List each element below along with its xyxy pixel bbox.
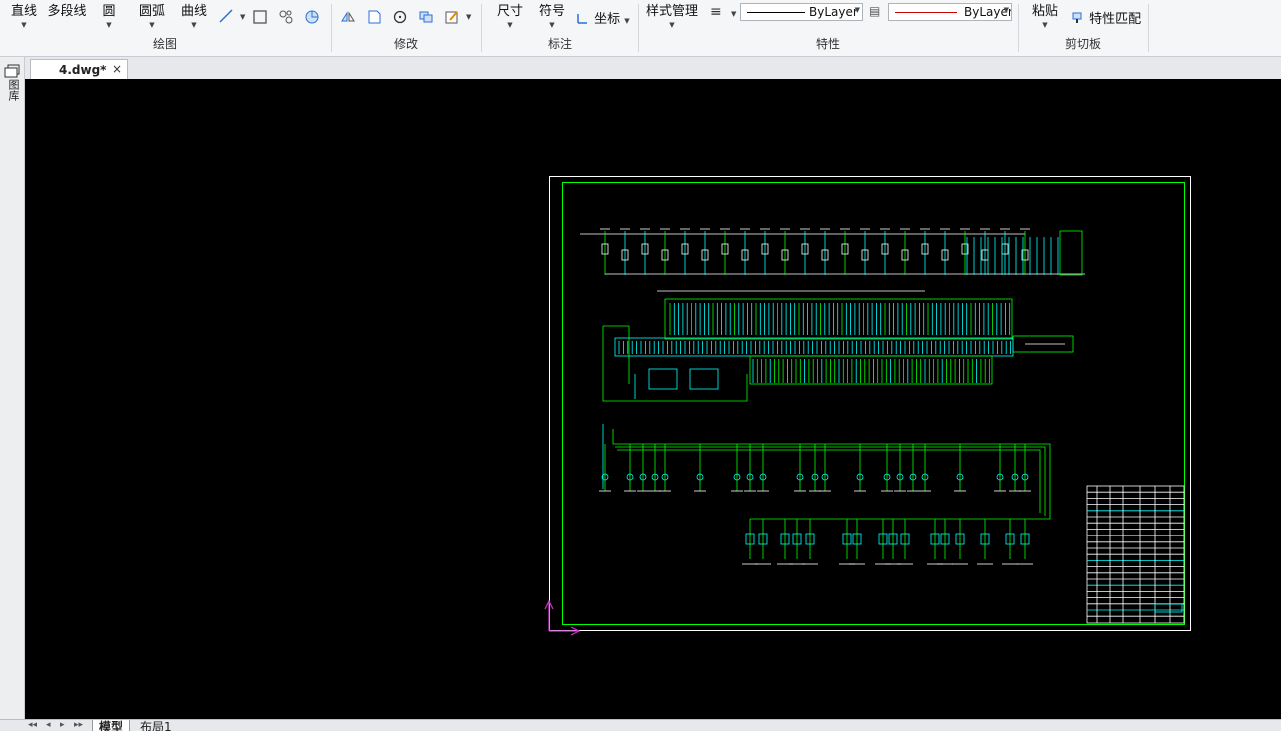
coordinate-icon — [577, 14, 587, 24]
edit-icon[interactable] — [444, 9, 460, 25]
chevron-down-icon[interactable]: ▼ — [466, 13, 471, 21]
layout-tab-bar: ◂◂ ◂ ▸ ▸▸ 模型 布局1 — [0, 719, 1281, 731]
prev-layout-button[interactable]: ◂ — [46, 720, 51, 730]
region-icon[interactable] — [304, 9, 320, 25]
properties-group-label: 特性 — [815, 37, 840, 51]
chevron-down-icon[interactable]: ▼ — [240, 13, 245, 21]
match-properties-label: 特性匹配 — [1089, 12, 1142, 27]
clipboard-group-label: 剪切板 — [1064, 37, 1101, 51]
symbol-label: 符号 — [538, 4, 565, 19]
chevron-down-icon[interactable]: ▼ — [855, 6, 860, 14]
lineweight-icon[interactable]: ≡ — [710, 4, 722, 20]
line-label: 直线 — [10, 4, 37, 19]
chevron-down-icon[interactable]: ▼ — [624, 17, 629, 25]
chevron-down-icon[interactable]: ▼ — [536, 21, 568, 29]
clipboard-group: 粘贴 ▼ 特性匹配 剪切板 — [1019, 0, 1147, 56]
linetype-combo[interactable]: ByLayer ▼ — [740, 3, 863, 21]
arc-label: 圆弧 — [138, 4, 165, 19]
left-palette: 图库 — [0, 57, 25, 720]
library-palette-tab[interactable]: 图库 — [5, 79, 20, 101]
chevron-down-icon[interactable]: ▼ — [1029, 21, 1061, 29]
chevron-down-icon[interactable]: ▼ — [8, 21, 40, 29]
modify-group-label: 修改 — [393, 37, 418, 51]
next-layout-button[interactable]: ▸ — [60, 720, 65, 730]
ray-icon[interactable] — [218, 8, 234, 24]
close-icon[interactable]: × — [112, 62, 122, 76]
line-button[interactable]: 直线 ▼ — [8, 0, 40, 29]
rotate-icon[interactable] — [392, 9, 408, 25]
properties-group: 样式管理 ▼ ≡ ▼ ByLayer ▼ ▤ ByLayer ▼ 特性 — [639, 0, 1017, 56]
curve-button[interactable]: 曲线 ▼ — [178, 0, 210, 29]
chevron-down-icon[interactable]: ▼ — [1004, 6, 1009, 14]
symbol-button[interactable]: 符号 ▼ — [536, 0, 568, 29]
chevron-down-icon[interactable]: ▼ — [178, 21, 210, 29]
mirror-icon[interactable] — [340, 9, 356, 25]
chevron-down-icon[interactable]: ▼ — [136, 21, 168, 29]
coordinate-label: 坐标 — [594, 12, 621, 27]
polyline-label: 多段线 — [47, 4, 87, 19]
annotate-group-label: 标注 — [547, 37, 572, 51]
last-layout-button[interactable]: ▸▸ — [74, 720, 83, 730]
polyline-button[interactable]: 多段线 — [46, 0, 88, 19]
modify-group: ▼ 修改 — [332, 0, 480, 56]
sheet-border — [549, 176, 1191, 631]
group-separator — [1148, 4, 1149, 52]
rectangle-icon[interactable] — [252, 9, 268, 25]
color-preview — [895, 12, 957, 13]
linetype-preview — [747, 12, 805, 13]
offset-icon[interactable] — [366, 9, 382, 25]
match-properties-button[interactable]: 特性匹配 — [1071, 8, 1141, 27]
linetype-scale-icon[interactable]: ▤ — [869, 4, 880, 18]
document-tab-name: 4.dwg* — [59, 63, 107, 77]
annotate-group: 尺寸 ▼ 符号 ▼ 坐标 ▼ 标注 — [482, 0, 638, 56]
paste-button[interactable]: 粘贴 ▼ — [1029, 0, 1061, 29]
style-manager-label: 样式管理 — [645, 4, 698, 19]
drawing-frame — [562, 182, 1185, 625]
chevron-down-icon[interactable]: ▼ — [645, 21, 699, 29]
curve-label: 曲线 — [180, 4, 207, 19]
schematic-row-3 — [599, 424, 1051, 565]
cad-drawing — [544, 176, 1191, 636]
paste-label: 粘贴 — [1031, 4, 1058, 19]
chevron-down-icon[interactable]: ▼ — [731, 10, 736, 18]
arc-button[interactable]: 圆弧 ▼ — [136, 0, 168, 29]
document-tab[interactable]: 4.dwg* × — [30, 59, 128, 79]
dimension-label: 尺寸 — [496, 4, 523, 19]
first-layout-button[interactable]: ◂◂ — [28, 720, 37, 730]
circle-button[interactable]: 圆 ▼ — [98, 0, 120, 29]
ribbon: 直线 ▼ 多段线 圆 ▼ 圆弧 ▼ 曲线 ▼ ▼ 绘图 ▼ 修改 尺寸 ▼ 符号… — [0, 0, 1281, 57]
library-icon[interactable] — [4, 64, 20, 78]
style-manager-button[interactable]: 样式管理 ▼ — [645, 0, 699, 29]
title-block — [1086, 485, 1185, 624]
dimension-button[interactable]: 尺寸 ▼ — [494, 0, 526, 29]
coordinate-button[interactable]: 坐标 ▼ — [576, 8, 632, 27]
document-tab-bar: 4.dwg* × — [25, 57, 1281, 80]
chevron-down-icon[interactable]: ▼ — [98, 21, 120, 29]
match-properties-icon — [1072, 12, 1082, 23]
drawing-canvas[interactable] — [25, 79, 1281, 719]
draw-group: 直线 ▼ 多段线 圆 ▼ 圆弧 ▼ 曲线 ▼ ▼ 绘图 — [0, 0, 330, 56]
color-combo[interactable]: ByLayer ▼ — [888, 3, 1012, 21]
linetype-value: ByLayer — [809, 5, 858, 19]
draw-group-label: 绘图 — [152, 37, 177, 51]
array-icon[interactable] — [418, 9, 434, 25]
chevron-down-icon[interactable]: ▼ — [494, 21, 526, 29]
hatch-icon[interactable] — [278, 9, 294, 25]
tab-model[interactable]: 模型 — [92, 720, 131, 731]
circle-label: 圆 — [102, 4, 116, 19]
tab-layout1[interactable]: 布局1 — [134, 720, 178, 731]
schematic-row-1 — [580, 228, 1085, 276]
schematic-block-2 — [602, 290, 1074, 402]
